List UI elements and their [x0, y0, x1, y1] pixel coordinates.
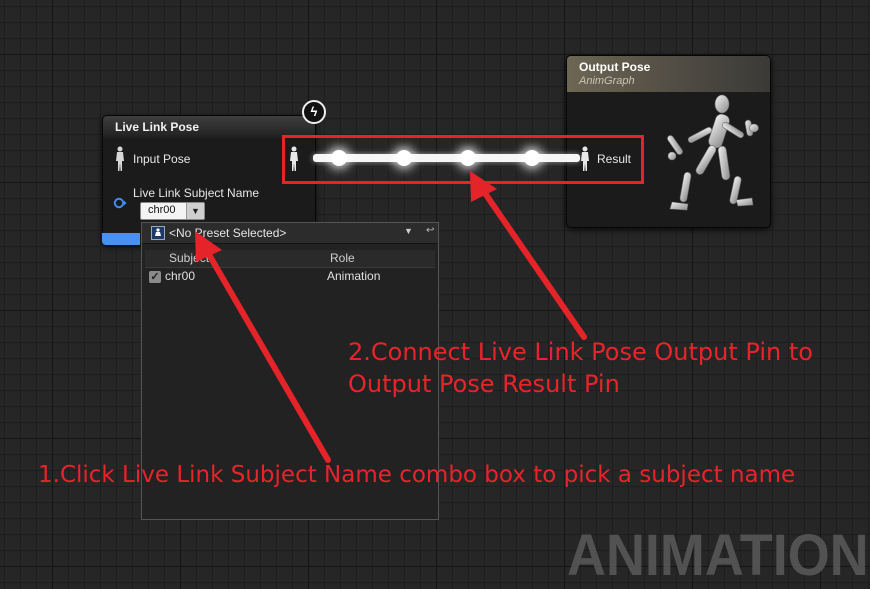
animation-watermark: ANIMATION — [567, 523, 869, 588]
arrow-to-wire — [477, 183, 587, 340]
arrow-head-icon — [470, 171, 497, 202]
annotation-arrows — [195, 171, 587, 463]
step2-caption-line2: Output Pose Result Pin — [348, 370, 620, 398]
step1-caption: 1.Click Live Link Subject Name combo box… — [38, 462, 796, 488]
arrow-to-combo-box — [201, 243, 331, 463]
step2-caption-line1: 2.Connect Live Link Pose Output Pin to — [348, 338, 813, 366]
